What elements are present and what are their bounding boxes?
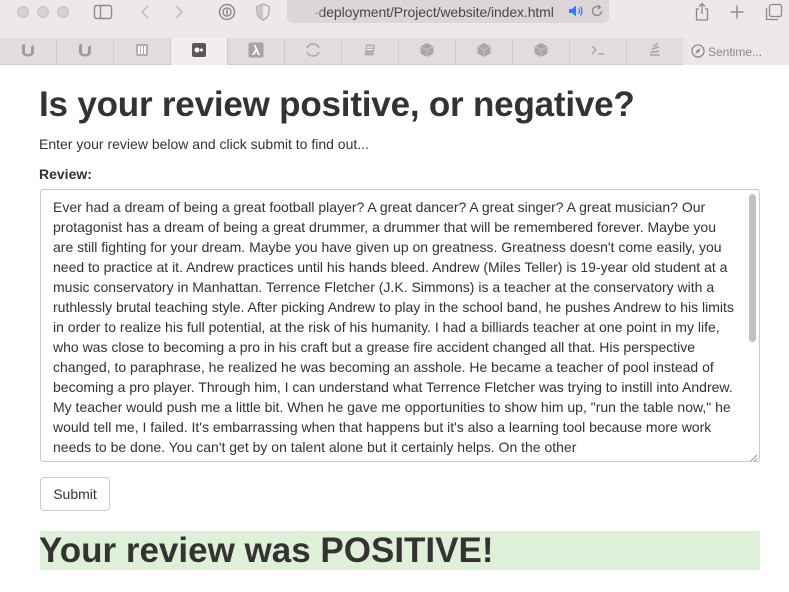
sidebar-icon[interactable]	[92, 2, 114, 22]
tab-sentiment[interactable]: Sentime...	[683, 38, 789, 65]
close-window-icon[interactable]	[17, 6, 29, 18]
book-icon	[363, 43, 377, 60]
browser-toolbar: -deployment/Project/website/index.html	[0, 0, 789, 38]
speaker-icon[interactable]	[568, 4, 584, 23]
review-textarea[interactable]: Ever had a dream of being a great footba…	[40, 189, 760, 462]
page-title: Is your review positive, or negative?	[39, 85, 635, 124]
page-intro: Enter your review below and click submit…	[39, 136, 369, 152]
result-text: Your review was POSITIVE!	[39, 531, 494, 570]
scrollbar-thumb[interactable]	[749, 194, 756, 342]
zoom-window-icon[interactable]	[57, 6, 69, 18]
back-icon[interactable]	[134, 2, 156, 22]
tab-cube-2[interactable]	[456, 38, 513, 65]
terminal-icon	[590, 44, 606, 59]
page-content: Is your review positive, or negative? En…	[0, 66, 789, 592]
tab-book[interactable]	[342, 38, 399, 65]
tab-lambda[interactable]	[228, 38, 285, 65]
resize-handle-icon[interactable]	[748, 450, 758, 461]
shield-icon[interactable]	[252, 2, 274, 22]
tab-u-logo-1[interactable]	[0, 38, 57, 65]
cube-icon	[419, 42, 435, 61]
forward-icon[interactable]	[168, 2, 190, 22]
tab-cube-3[interactable]	[513, 38, 570, 65]
minimize-window-icon[interactable]	[37, 6, 49, 18]
reload-icon[interactable]	[590, 4, 604, 23]
camera-icon	[191, 42, 207, 61]
address-bar[interactable]: -deployment/Project/website/index.html	[287, 0, 609, 23]
review-label: Review:	[39, 166, 92, 182]
share-icon[interactable]	[691, 2, 713, 22]
review-text: Ever had a dream of being a great footba…	[53, 199, 734, 455]
tab-stack[interactable]	[627, 38, 684, 65]
tab-bar: Sentime...	[0, 38, 789, 65]
loading-icon	[304, 41, 322, 62]
tab-cube-1[interactable]	[399, 38, 456, 65]
building-icon	[135, 43, 149, 60]
submit-button[interactable]: Submit	[40, 477, 110, 511]
tab-u-logo-2[interactable]	[57, 38, 114, 65]
cube-icon	[533, 42, 549, 61]
u-logo-icon	[20, 42, 36, 61]
tab-building[interactable]	[114, 38, 171, 65]
cube-icon	[476, 42, 492, 61]
stack-icon	[647, 42, 663, 61]
tab-camera[interactable]	[171, 38, 228, 65]
privacy-report-icon[interactable]	[216, 2, 238, 22]
compass-icon	[691, 44, 705, 61]
new-tab-icon[interactable]	[726, 2, 748, 22]
tab-overview-icon[interactable]	[763, 2, 785, 22]
tab-loading[interactable]	[285, 38, 342, 65]
result-banner: Your review was POSITIVE!	[39, 531, 760, 570]
u-logo-icon	[77, 42, 93, 61]
tab-terminal[interactable]	[570, 38, 627, 65]
url-text: -deployment/Project/website/index.html	[314, 4, 554, 20]
tab-sentiment-label: Sentime...	[708, 44, 763, 59]
lambda-icon	[248, 42, 264, 61]
